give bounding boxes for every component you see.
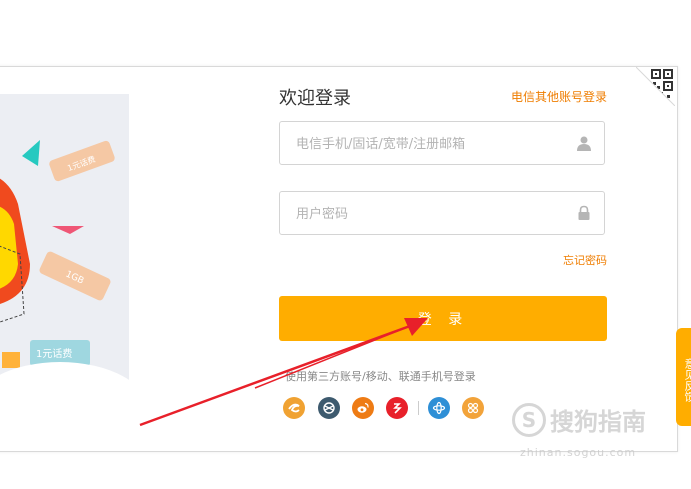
alipay-icon <box>323 402 335 414</box>
social-divider <box>418 401 419 415</box>
other-account-login-link[interactable]: 电信其他账号登录 <box>511 88 607 105</box>
china-unicom-login-button[interactable] <box>462 397 484 419</box>
feedback-side-tab[interactable]: 意见反馈 <box>676 328 691 426</box>
coupon-3-label: 1元话费 <box>36 347 72 360</box>
promo-banner-art: 1元话费 1GB 1元话费 <box>0 140 129 440</box>
yixin-icon <box>393 403 402 414</box>
tianyi-icon <box>288 403 300 413</box>
watermark-url: zhinan.sogou.com <box>520 446 637 459</box>
china-mobile-icon <box>432 401 446 415</box>
username-input[interactable] <box>294 122 568 166</box>
qr-code-icon <box>636 67 675 106</box>
login-button[interactable]: 登 录 <box>279 296 607 341</box>
lock-icon <box>578 205 590 220</box>
password-field[interactable] <box>279 191 605 236</box>
qr-login-toggle[interactable] <box>636 67 675 106</box>
password-input[interactable] <box>294 192 568 236</box>
china-mobile-login-button[interactable] <box>428 397 450 419</box>
weibo-icon <box>357 402 369 413</box>
sogou-watermark: S 搜狗指南 <box>512 402 646 437</box>
forgot-password-link[interactable]: 忘记密码 <box>563 252 607 268</box>
username-field[interactable] <box>279 121 605 166</box>
tianyi-login-button[interactable] <box>283 397 305 419</box>
china-unicom-icon <box>467 402 479 414</box>
alipay-login-button[interactable] <box>318 397 340 419</box>
promo-banner[interactable]: 1元话费 1GB 1元话费 <box>0 94 129 440</box>
login-title: 欢迎登录 <box>279 88 351 109</box>
user-icon <box>577 136 591 151</box>
sogou-logo-icon: S <box>512 402 546 437</box>
third-party-login-title: 使用第三方账号/移动、联通手机号登录 <box>285 370 476 383</box>
weibo-login-button[interactable] <box>352 397 374 419</box>
yixin-login-button[interactable] <box>386 397 408 419</box>
watermark-text: 搜狗指南 <box>550 408 646 436</box>
